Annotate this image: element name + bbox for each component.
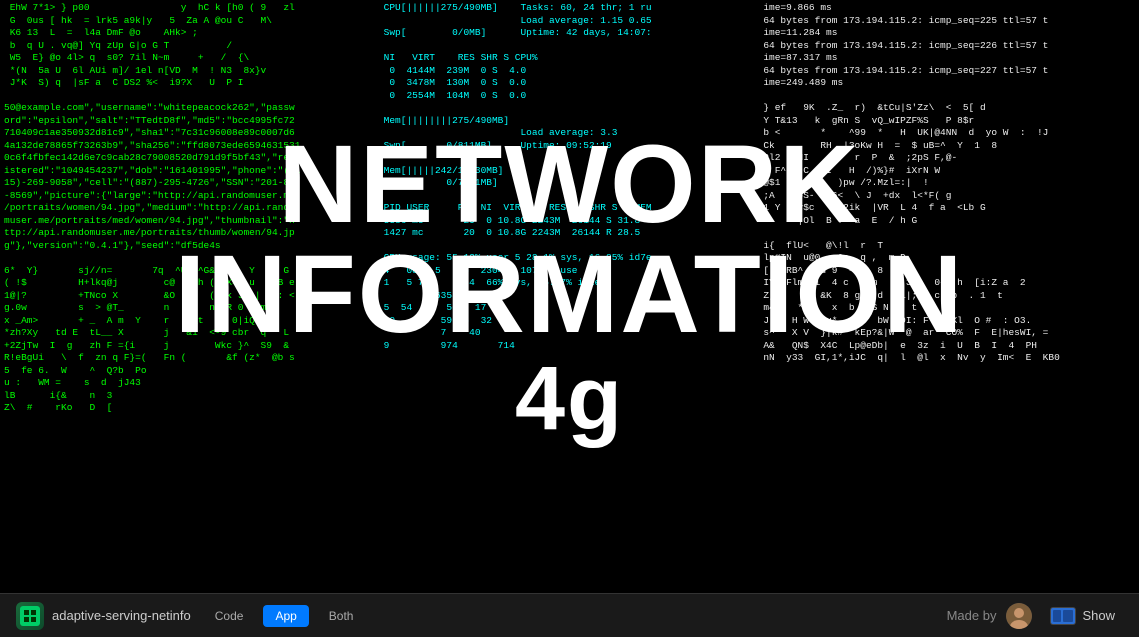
toolbar-right: Made by Show xyxy=(947,603,1123,629)
app-icon xyxy=(16,602,44,630)
app-icon-svg xyxy=(23,609,37,623)
show-icon-svg xyxy=(1050,607,1076,625)
bottom-toolbar: adaptive-serving-netinfo Code App Both M… xyxy=(0,593,1139,637)
terminal-col-1: EhW 7*1> } p00 y hC k [h0 ( 9 zl G 0us [… xyxy=(0,0,380,590)
app-icon-inner xyxy=(20,606,40,626)
terminal-col-2: CPU[||||||275/490MB] Tasks: 60, 24 thr; … xyxy=(380,0,760,590)
app-name-label: adaptive-serving-netinfo xyxy=(52,608,191,623)
terminal-col-3: ime=9.866 ms 64 bytes from 173.194.115.2… xyxy=(759,0,1139,590)
show-label: Show xyxy=(1082,608,1115,623)
avatar xyxy=(1006,603,1032,629)
toolbar-left: adaptive-serving-netinfo Code App Both xyxy=(16,602,365,630)
tab-code-button[interactable]: Code xyxy=(203,605,256,627)
tab-app-button[interactable]: App xyxy=(263,605,308,627)
tab-both-button[interactable]: Both xyxy=(317,605,366,627)
avatar-image xyxy=(1006,603,1032,629)
made-by-label: Made by xyxy=(947,608,997,623)
show-button[interactable]: Show xyxy=(1042,603,1123,629)
terminal-columns: EhW 7*1> } p00 y hC k [h0 ( 9 zl G 0us [… xyxy=(0,0,1139,590)
terminal-background: EhW 7*1> } p00 y hC k [h0 ( 9 zl G 0us [… xyxy=(0,0,1139,637)
show-icon xyxy=(1050,607,1076,625)
